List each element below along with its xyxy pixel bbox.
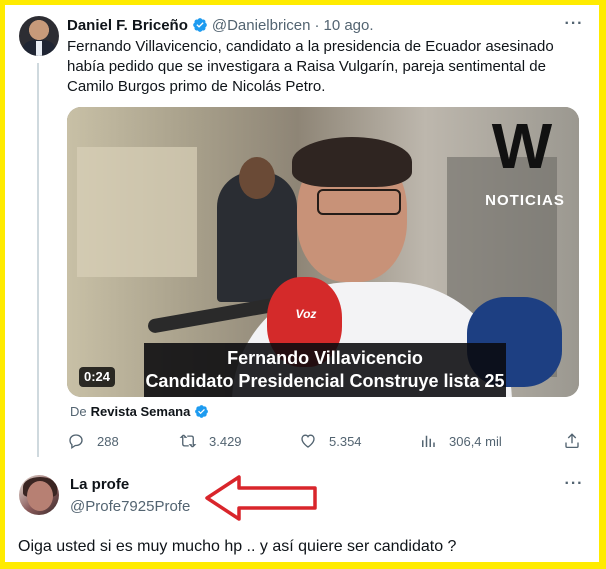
- source-verified-icon: [195, 404, 209, 418]
- video-officer-head: [239, 157, 275, 199]
- retweet-count: 3.429: [209, 433, 242, 449]
- red-arrow-icon: [205, 475, 317, 521]
- reply-icon: [69, 434, 83, 450]
- reply-button[interactable]: 288: [67, 430, 119, 452]
- author-name[interactable]: Daniel F. Briceño: [67, 17, 188, 34]
- avatar-shirt: [36, 41, 42, 56]
- tweet-actions: 288 3.429 5.354 306,4 mil: [67, 430, 587, 452]
- author-avatar[interactable]: [19, 16, 59, 56]
- header-separator: ·: [314, 16, 320, 34]
- reply-author-handle[interactable]: @Profe7925Profe: [70, 498, 190, 515]
- share-button[interactable]: [563, 430, 593, 452]
- video-caption-line2: Candidato Presidencial Construye lista 2…: [145, 371, 505, 391]
- screenshot-frame: Daniel F. Briceño @Danielbricen · 10 ago…: [5, 5, 599, 562]
- source-prefix: De: [70, 403, 87, 419]
- reply-author-name[interactable]: La profe: [70, 476, 129, 493]
- like-count: 5.354: [329, 433, 362, 449]
- w-logo: W: [491, 110, 553, 182]
- video-caption: Fernando Villavicencio Candidato Preside…: [144, 343, 506, 397]
- reply-more-icon[interactable]: ···: [564, 476, 584, 492]
- reply-count: 288: [97, 433, 119, 449]
- reply-avatar[interactable]: [19, 475, 59, 515]
- video-player[interactable]: Voz W NOTICIAS Fernando Villavicencio Ca…: [67, 107, 579, 397]
- video-background-window: [77, 147, 197, 277]
- tweet-text: Fernando Villavicencio, candidato a la p…: [67, 38, 554, 95]
- views-chart-icon: [422, 435, 435, 447]
- verified-badge-icon: [193, 18, 207, 32]
- retweet-icon: [179, 434, 197, 448]
- video-man-glasses: [317, 189, 401, 215]
- media-source: De Revista Semana: [70, 402, 209, 420]
- video-duration: 0:24: [79, 367, 116, 387]
- retweet-button[interactable]: 3.429: [179, 430, 242, 452]
- video-caption-line1: Fernando Villavicencio: [227, 348, 423, 368]
- thread-line: [37, 63, 39, 457]
- source-name[interactable]: Revista Semana: [91, 404, 191, 419]
- share-icon: [565, 433, 579, 449]
- like-button[interactable]: 5.354: [299, 430, 362, 452]
- tweet-date[interactable]: 10 ago.: [323, 17, 373, 34]
- video-man-hair: [292, 137, 412, 187]
- views-count: 306,4 mil: [449, 433, 502, 449]
- heart-icon: [301, 434, 315, 448]
- views-button[interactable]: 306,4 mil: [419, 430, 502, 452]
- reply-avatar-face: [27, 481, 53, 511]
- video-mic-label: Voz: [295, 307, 317, 321]
- more-horizontal-icon[interactable]: ···: [564, 16, 584, 32]
- overlay-comment: Oiga usted si es muy mucho hp .. y así q…: [18, 538, 457, 555]
- tweet-header: Daniel F. Briceño @Danielbricen · 10 ago…: [67, 15, 374, 35]
- noticias-logo-text: NOTICIAS: [485, 192, 565, 209]
- author-handle[interactable]: @Danielbricen: [212, 17, 311, 34]
